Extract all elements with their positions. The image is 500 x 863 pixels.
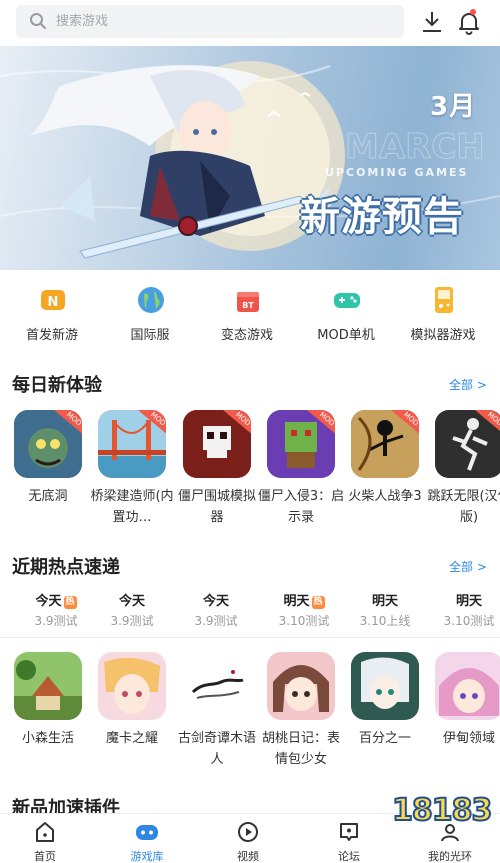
- svg-text:BT: BT: [242, 301, 254, 310]
- new-release-icon: N: [41, 290, 65, 310]
- category-bt-games[interactable]: BT 变态游戏: [197, 285, 297, 345]
- category-label: 国际服: [130, 328, 170, 343]
- category-international[interactable]: 国际服: [100, 285, 200, 345]
- game-name: 伊甸领域: [442, 731, 495, 746]
- game-name: 僵尸入侵3：启示录: [257, 489, 345, 525]
- hot-badge: 热: [63, 596, 77, 609]
- game-name: 小森生活: [21, 731, 74, 746]
- emulator-icon: [435, 287, 453, 313]
- banner-title: 新游预告: [300, 194, 464, 240]
- game-icon-moka: [98, 652, 166, 720]
- watermark-logo: 18183: [391, 792, 493, 829]
- nav-game-library[interactable]: 游戏库: [97, 814, 197, 863]
- game-name: 无底洞: [28, 489, 68, 504]
- nav-label: 论坛: [338, 850, 360, 863]
- nav-forum[interactable]: 论坛: [299, 814, 399, 863]
- download-icon[interactable]: [418, 8, 446, 36]
- date-sub: 3.10测试: [278, 614, 330, 628]
- banner-subtitle: UPCOMING GAMES: [325, 166, 469, 179]
- section-title-hot: 近期热点速递: [12, 557, 120, 578]
- hot-all-link[interactable]: 全部 >: [449, 558, 487, 575]
- search-input[interactable]: [56, 5, 386, 38]
- section-title-daily: 每日新体验: [12, 375, 102, 396]
- nav-label: 视频: [237, 850, 259, 863]
- nav-label: 游戏库: [130, 850, 164, 863]
- category-emulator[interactable]: 模拟器游戏: [393, 285, 493, 345]
- moka-art: [98, 652, 166, 720]
- game-library-icon: [136, 825, 158, 840]
- gujian-art: [183, 652, 251, 720]
- category-new-release[interactable]: N 首发新游: [2, 285, 102, 345]
- video-icon: [238, 822, 258, 842]
- game-name: 胡桃日记：表情包少女: [261, 731, 340, 767]
- hot-badge: 热: [311, 596, 325, 609]
- bt-gift-icon: BT: [237, 292, 259, 312]
- home-icon: [36, 822, 54, 842]
- game-icon-bridge: MOD: [98, 410, 166, 478]
- game-icon-gujian: [183, 652, 251, 720]
- date-sub: 3.9测试: [110, 614, 154, 628]
- category-label: MOD单机: [317, 328, 375, 343]
- game-icon-hutao: [267, 652, 335, 720]
- category-mod[interactable]: MOD单机: [296, 285, 396, 345]
- game-name: 僵尸围城模拟器: [177, 489, 256, 525]
- date-sub: 3.10上线: [359, 614, 411, 628]
- game-icon-zombie-siege: MOD: [183, 410, 251, 478]
- date-tabs: 今天热 3.9测试 今天 3.9测试 今天 3.9测试 明天热 3.10测试 明…: [0, 590, 500, 638]
- top-bar: [0, 0, 500, 44]
- category-label: 首发新游: [25, 328, 78, 343]
- game-name: 古剑奇谭木语人: [177, 731, 256, 767]
- date-label: 明天: [371, 594, 398, 609]
- date-sub: 3.10测试: [443, 614, 495, 628]
- notification-dot: [470, 9, 476, 15]
- svg-text:N: N: [48, 295, 59, 310]
- daily-all-link[interactable]: 全部 >: [449, 376, 487, 393]
- game-name: 桥梁建造师(内置功…: [90, 489, 174, 525]
- game-icon-baifen: [351, 652, 419, 720]
- category-label: 模拟器游戏: [410, 328, 476, 343]
- game-icon-xiaosen: [14, 652, 82, 720]
- globe-icon: [138, 287, 164, 313]
- game-name: 火柴人战争3: [348, 489, 422, 504]
- hutao-art: [267, 652, 335, 720]
- game-name: 魔卡之耀: [105, 731, 158, 746]
- date-label: 明天: [455, 594, 482, 609]
- promo-banner[interactable]: MARCH 3月 UPCOMING GAMES 新游预告: [0, 46, 500, 270]
- yidian-art: [435, 652, 500, 720]
- bell-icon[interactable]: [455, 8, 483, 36]
- date-label: 明天: [283, 594, 310, 609]
- category-row: N 首发新游 国际服 BT 变态游戏 MOD单机 模拟器游戏: [0, 285, 500, 345]
- date-label: 今天: [118, 594, 145, 609]
- category-label: 变态游戏: [220, 328, 273, 343]
- gamepad-icon: [334, 293, 360, 308]
- game-icon-stickman-war: MOD: [351, 410, 419, 478]
- baifen-art: [351, 652, 419, 720]
- search-bar[interactable]: [16, 5, 404, 38]
- banner-month: 3月: [430, 92, 477, 122]
- svg-text:MARCH: MARCH: [345, 127, 485, 167]
- date-label: 今天: [202, 594, 229, 609]
- game-name: 跳跃无限(汉化版): [427, 489, 500, 525]
- game-name: 百分之一: [358, 731, 411, 746]
- xiaosen-art: [14, 652, 82, 720]
- forum-icon: [340, 823, 358, 841]
- game-icon-wudidong: MOD: [14, 410, 82, 478]
- game-icon-zombie-invasion: MOD: [267, 410, 335, 478]
- date-label: 今天: [35, 594, 62, 609]
- nav-home[interactable]: 首页: [0, 814, 95, 863]
- game-icon-jump: MOD: [435, 410, 500, 478]
- date-sub: 3.9测试: [194, 614, 238, 628]
- game-icon-yidian: [435, 652, 500, 720]
- search-icon: [30, 13, 46, 29]
- nav-label: 我的光环: [428, 850, 472, 863]
- nav-label: 首页: [34, 850, 56, 863]
- date-sub: 3.9测试: [34, 614, 78, 628]
- nav-video[interactable]: 视频: [198, 814, 298, 863]
